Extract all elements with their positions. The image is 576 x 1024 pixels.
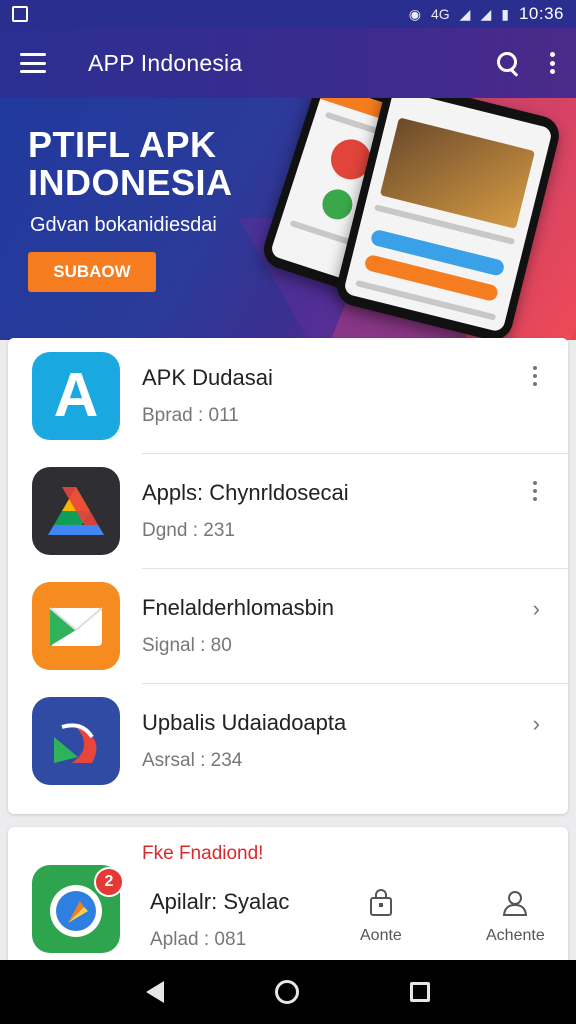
app-bar-actions — [496, 51, 556, 75]
recent-apps-icon[interactable] — [410, 982, 431, 1002]
item-more-icon[interactable] — [532, 481, 538, 501]
overflow-menu-icon[interactable] — [550, 52, 556, 74]
nav-account-tab[interactable]: Achente — [486, 889, 545, 945]
chevron-right-icon[interactable]: › — [533, 711, 540, 737]
list-item-text: Appls: Chynrldosecai Dgnd : 231 — [142, 480, 349, 542]
notification-badge: 2 — [94, 867, 124, 897]
banner-headline-line1: PTIFL APK — [28, 124, 217, 165]
banner-cta-button[interactable]: SUBAOW — [28, 252, 156, 292]
system-nav-bar — [0, 960, 576, 1024]
status-bar: ◉ 4G ◢ ◢ ▮ 10:36 — [0, 0, 576, 28]
signal-icon: ◢ — [459, 5, 471, 22]
person-icon — [503, 891, 528, 916]
search-icon[interactable] — [496, 51, 520, 75]
wifi-icon: ◉ — [408, 5, 421, 22]
app-name: APK Dudasai — [142, 364, 273, 390]
hamburger-menu-icon[interactable] — [20, 53, 46, 73]
bag-icon — [369, 889, 392, 916]
nav-home-label: Aonte — [360, 927, 402, 944]
list-item[interactable]: Upbalis Udaiadoapta Asrsal : 234 › — [8, 683, 568, 798]
nav-home-tab[interactable]: Aonte — [360, 889, 402, 945]
featured-app-name: Apilalr: Syalac — [150, 889, 290, 914]
item-more-icon[interactable] — [532, 366, 538, 386]
app-meta: Signal : 80 — [142, 634, 232, 656]
banner-headline-line2: INDONESIA — [28, 162, 233, 203]
app-name: Upbalis Udaiadoapta — [142, 709, 347, 735]
banner-subtitle: Gdvan bokanidiesdai — [30, 214, 217, 236]
app-name: Fnelalderhlomasbin — [142, 594, 334, 620]
signal-icon-2: ◢ — [480, 5, 492, 22]
chevron-right-icon[interactable]: › — [533, 596, 540, 622]
swirl-icon — [32, 696, 120, 785]
app-name: Appls: Chynrldosecai — [142, 479, 349, 505]
app-bar: APP Indonesia — [0, 28, 576, 98]
app-list-card: A APK Dudasai Bprad : 011 Appls: Chynrld… — [8, 338, 568, 814]
list-item[interactable]: Appls: Chynrldosecai Dgnd : 231 — [8, 453, 568, 568]
list-item[interactable]: Fnelalderhlomasbin Signal : 80 › — [8, 568, 568, 683]
status-icons: ◉ 4G ◢ ◢ ▮ 10:36 — [409, 4, 564, 24]
banner-headline: PTIFL APK INDONESIA — [28, 126, 233, 202]
app-title: APP Indonesia — [88, 49, 243, 76]
featured-app-meta: Aplad : 081 — [150, 929, 247, 950]
featured-app-card[interactable]: Fke Fnadiond! 2 Apilalr: Syalac Aplad : … — [8, 827, 568, 967]
back-icon[interactable] — [145, 981, 164, 1003]
battery-icon: ▮ — [501, 5, 509, 22]
app-meta: Dgnd : 231 — [142, 519, 235, 541]
featured-label: Fke Fnadiond! — [142, 843, 264, 864]
list-item-text: Fnelalderhlomasbin Signal : 80 — [142, 595, 334, 657]
network-type-label: 4G — [430, 6, 450, 22]
nav-account-label: Achente — [486, 927, 545, 944]
status-time: 10:36 — [518, 4, 564, 23]
list-item[interactable]: A APK Dudasai Bprad : 011 — [8, 338, 568, 453]
app-meta: Asrsal : 234 — [142, 749, 243, 771]
app-meta: Bprad : 011 — [142, 404, 239, 426]
list-item-text: APK Dudasai Bprad : 011 — [142, 365, 273, 427]
promo-banner[interactable]: PTIFL APK INDONESIA Gdvan bokanidiesdai … — [0, 98, 576, 340]
drive-triangle-icon — [32, 466, 120, 555]
mail-envelope-icon — [32, 581, 120, 670]
letter-a-icon: A — [32, 351, 120, 440]
phone-app-dot-icon-2 — [318, 185, 357, 224]
list-item-text: Upbalis Udaiadoapta Asrsal : 234 — [142, 710, 346, 772]
home-circle-icon[interactable] — [274, 980, 299, 1004]
notification-image-icon — [12, 6, 28, 22]
